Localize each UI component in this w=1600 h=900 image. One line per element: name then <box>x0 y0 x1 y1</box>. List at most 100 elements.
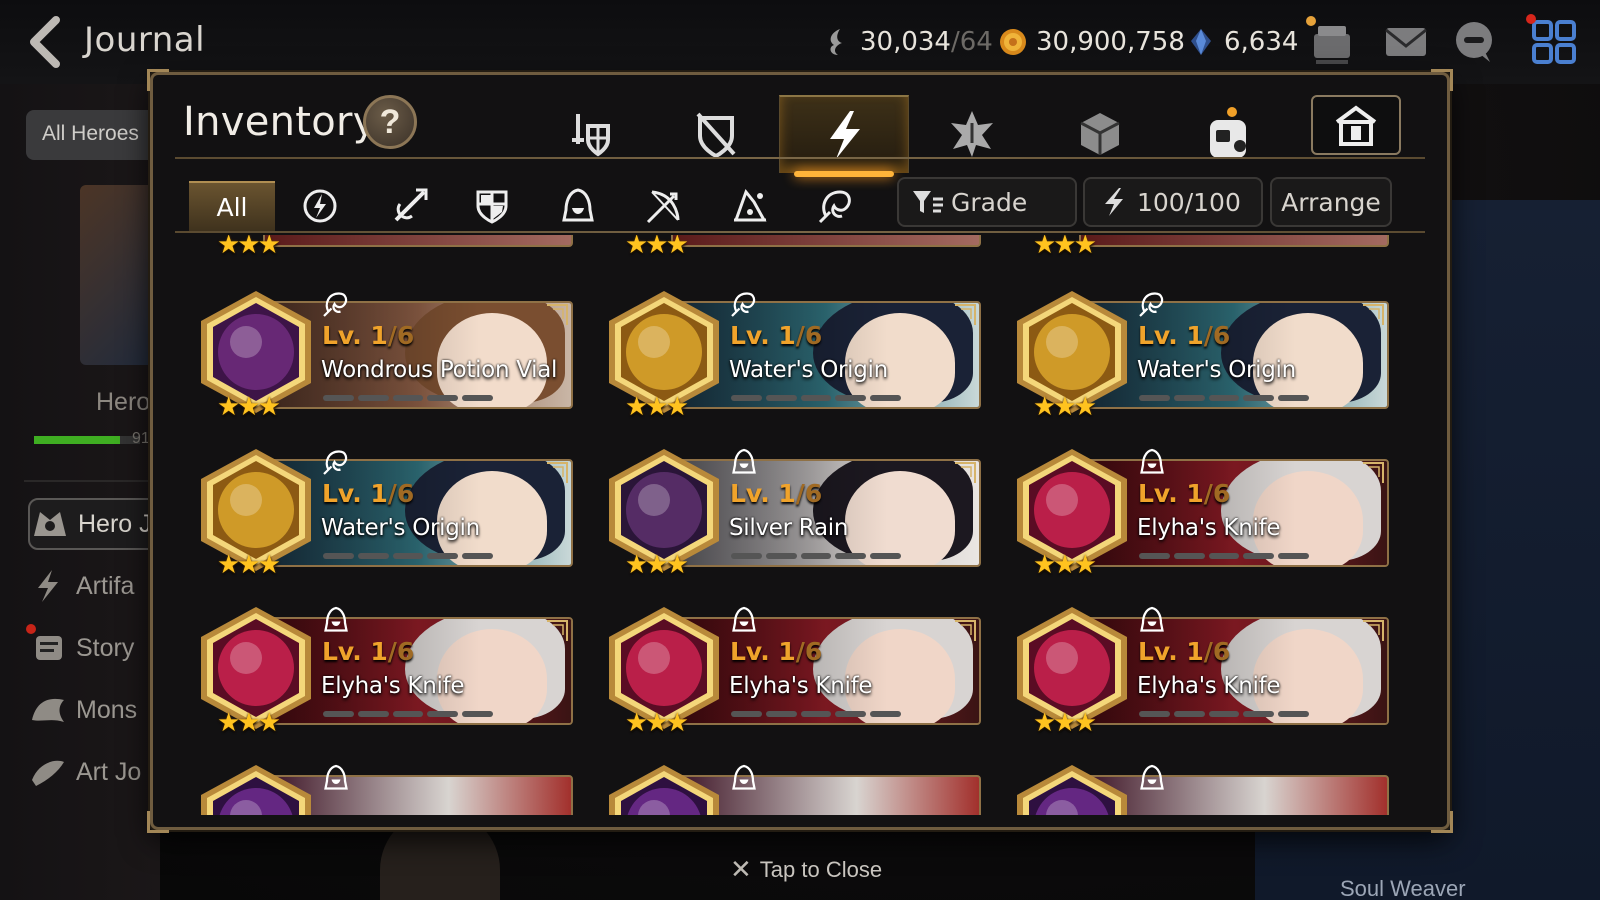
artifact-banner <box>263 235 573 247</box>
sidebar-item-artifact[interactable]: Artifa <box>28 560 168 612</box>
tab-materials[interactable] <box>1035 95 1165 173</box>
tab-bag[interactable] <box>1163 95 1293 173</box>
filter-mage[interactable] <box>723 181 777 231</box>
corner-ornament <box>955 304 976 325</box>
capacity-bolt-icon <box>1105 188 1123 216</box>
journal-screen: { "header": { "title": "Journal", "stami… <box>0 0 1600 900</box>
star-rating: ★★★ <box>625 707 689 737</box>
artifact-card[interactable]: Lv. 1/6 Water's Origin ★★★ <box>191 445 575 579</box>
tab-catalysts[interactable] <box>907 95 1037 173</box>
assassin-class-icon <box>732 764 756 790</box>
artifact-card[interactable]: Lv. 1/6 Water's Origin ★★★ <box>599 287 983 421</box>
filter-warrior[interactable] <box>383 181 437 231</box>
story-icon <box>36 636 62 660</box>
sidebar-divider <box>24 480 164 482</box>
material-cube-icon <box>1080 113 1120 155</box>
sidebar-item-hero-journal[interactable]: Hero J <box>28 498 168 550</box>
artifact-card-partial[interactable]: ★★★ <box>599 235 983 259</box>
chat-icon[interactable] <box>1450 18 1498 66</box>
artifact-name: Elyha's Knife <box>729 673 873 699</box>
help-button[interactable]: ? <box>363 95 417 149</box>
filter-soul-weaver[interactable] <box>809 181 863 231</box>
artifact-card-partial[interactable]: ★★★ <box>1007 235 1391 259</box>
star-rating: ★★★ <box>1033 235 1097 259</box>
no-equipment-icon <box>696 112 736 158</box>
back-arrow-icon[interactable] <box>22 14 72 70</box>
grade-label: Grade <box>951 187 1028 217</box>
filter-defender[interactable] <box>465 181 519 231</box>
artifact-grid[interactable]: ★★★ ★★★ ★★★ Lv. 1/6 Wondrous Potion Vial… <box>153 235 1447 815</box>
artifact-card-partial[interactable] <box>1007 761 1391 815</box>
star-rating: ★★★ <box>625 391 689 421</box>
sidebar-item-art-journal[interactable]: Art Jo <box>28 746 168 798</box>
storage-house-icon <box>1335 105 1377 146</box>
corner-ornament <box>955 462 976 483</box>
tap-to-close[interactable]: ✕ Tap to Close <box>730 854 882 885</box>
shop-icon[interactable] <box>1308 18 1356 66</box>
assassin-class-icon <box>562 188 594 222</box>
artifact-card[interactable]: Lv. 1/6 Wondrous Potion Vial ★★★ <box>191 287 575 421</box>
filter-all[interactable]: All <box>189 181 275 231</box>
arrange-button[interactable]: Arrange <box>1270 177 1392 227</box>
stamina-max: /64 <box>950 27 993 57</box>
filter-ranger[interactable] <box>637 181 691 231</box>
artifact-icon-hexagon <box>201 765 311 815</box>
stamina-counter[interactable]: 30,034/64 <box>822 22 993 62</box>
crystal-icon <box>1191 29 1211 55</box>
mail-icon[interactable] <box>1382 18 1430 66</box>
enhance-pips <box>1139 711 1309 717</box>
artifact-card[interactable]: Lv. 1/6 Elyha's Knife ★★★ <box>1007 445 1391 579</box>
artifact-card[interactable]: Lv. 1/6 Elyha's Knife ★★★ <box>191 603 575 737</box>
star-rating: ★★★ <box>217 549 281 579</box>
soul-weaver-class-icon <box>731 292 756 317</box>
artifact-name: Water's Origin <box>729 357 888 383</box>
menu-grid-icon[interactable] <box>1530 18 1578 66</box>
monster-icon <box>32 698 64 722</box>
crystal-counter[interactable]: 6,634 <box>1186 22 1298 62</box>
all-heroes-dropdown[interactable]: All Heroes <box>26 110 166 160</box>
filter-knight[interactable] <box>293 181 347 231</box>
soul-weaver-class-icon <box>1139 292 1164 317</box>
artifact-card-partial[interactable] <box>599 761 983 815</box>
star-rating: ★★★ <box>1033 549 1097 579</box>
soul-weaver-class-icon <box>323 292 348 317</box>
enhance-pips <box>323 553 493 559</box>
sort-filter-icon <box>913 191 943 213</box>
bag-icon <box>1210 107 1246 158</box>
enhance-pips <box>731 395 901 401</box>
filter-thief[interactable] <box>551 181 605 231</box>
corner-ornament <box>547 620 568 641</box>
enhance-pips <box>1139 395 1309 401</box>
artifact-card[interactable]: Lv. 1/6 Silver Rain ★★★ <box>599 445 983 579</box>
mage-class-icon <box>733 188 767 222</box>
enhance-pips <box>731 553 901 559</box>
storage-button[interactable] <box>1311 95 1401 155</box>
artifact-level: Lv. 1/6 <box>730 321 823 350</box>
art-journal-icon <box>32 760 64 786</box>
artifact-icon-hexagon <box>1017 765 1127 815</box>
stamina-value: 30,034 <box>860 27 951 57</box>
tab-artifacts[interactable] <box>779 95 909 177</box>
artifact-card[interactable]: Lv. 1/6 Elyha's Knife ★★★ <box>599 603 983 737</box>
grade-sort-button[interactable]: Grade <box>897 177 1077 227</box>
soul-weaver-class-icon <box>818 190 851 224</box>
artifact-name: Elyha's Knife <box>321 673 465 699</box>
gold-coin-icon <box>1000 29 1026 55</box>
tab-unequipped[interactable] <box>651 95 781 173</box>
artifact-name: Silver Rain <box>729 515 849 541</box>
artifact-card-partial[interactable]: ★★★ <box>191 235 575 259</box>
sidebar-item-story[interactable]: Story <box>28 622 168 674</box>
corner-ornament <box>1363 304 1384 325</box>
artifact-level: Lv. 1/6 <box>730 637 823 666</box>
artifact-card[interactable]: Lv. 1/6 Elyha's Knife ★★★ <box>1007 603 1391 737</box>
inventory-title: Inventory <box>183 99 377 145</box>
enhance-pips <box>731 711 901 717</box>
artifact-card-partial[interactable] <box>191 761 575 815</box>
artifact-card[interactable]: Lv. 1/6 Water's Origin ★★★ <box>1007 287 1391 421</box>
sidebar-item-monster[interactable]: Mons <box>28 684 168 736</box>
hero-label: Hero <box>96 388 151 416</box>
gold-counter[interactable]: 30,900,758 <box>998 22 1185 62</box>
catalyst-icon <box>951 111 993 157</box>
tab-equipment[interactable] <box>523 95 653 173</box>
assassin-class-icon <box>1140 448 1164 474</box>
